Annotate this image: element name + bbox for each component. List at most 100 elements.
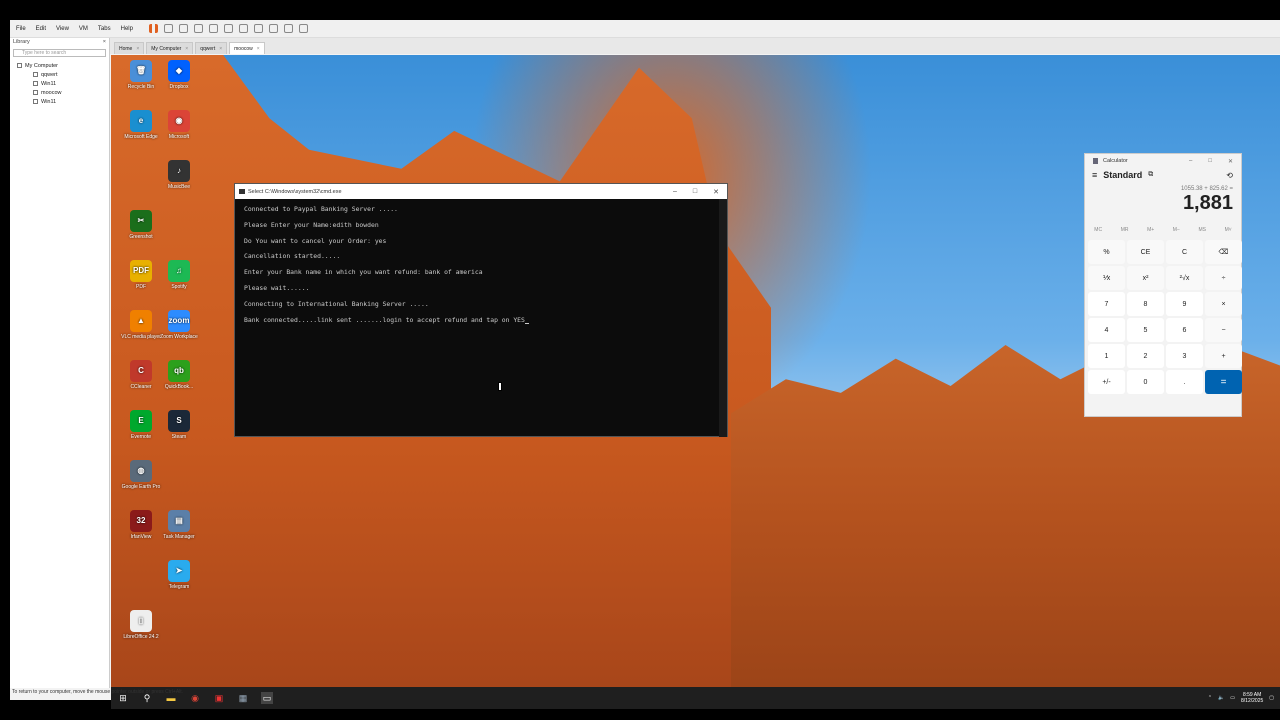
calc-key[interactable]: 9 xyxy=(1166,292,1203,316)
chevron-up-icon[interactable]: ⌃ xyxy=(1208,695,1212,701)
maximize-icon[interactable]: □ xyxy=(693,188,697,196)
desktop-icon[interactable]: ◉ Microsoft xyxy=(159,110,199,140)
tree-item-win11-2[interactable]: Win11 xyxy=(17,97,109,106)
desktop-icon[interactable]: C CCleaner xyxy=(121,360,161,390)
library-search-input[interactable]: Type here to search xyxy=(13,49,106,57)
desktop-icon[interactable]: ◆ Dropbox xyxy=(159,60,199,90)
app-icon[interactable]: ▣ xyxy=(213,692,225,704)
notification-icon[interactable]: ▢ xyxy=(1269,695,1274,701)
calculator-window[interactable]: Calculator – □ ✕ ≡ Standard ⧉ ⟲ 1055.38 … xyxy=(1084,153,1242,417)
stretch-icon[interactable] xyxy=(298,24,308,33)
calc-key[interactable]: ²√x xyxy=(1166,266,1203,290)
cmd-output[interactable]: Connected to Paypal Banking Server .....… xyxy=(235,199,727,331)
calc-key[interactable]: 3 xyxy=(1166,344,1203,368)
library-close-button[interactable]: × xyxy=(103,39,106,47)
menu-file[interactable]: File xyxy=(16,26,26,32)
close-icon[interactable]: ✕ xyxy=(1228,158,1233,165)
calc-key[interactable]: 2 xyxy=(1127,344,1164,368)
calc-key[interactable]: +/- xyxy=(1088,370,1125,394)
pause-icon[interactable] xyxy=(148,24,158,33)
calc-key[interactable]: + xyxy=(1205,344,1242,368)
calc-title-bar[interactable]: Calculator – □ ✕ xyxy=(1085,154,1241,168)
calc-key[interactable]: 7 xyxy=(1088,292,1125,316)
desktop-icon[interactable]: ▲ VLC media player xyxy=(121,310,161,340)
mem-mc[interactable]: MC xyxy=(1094,227,1102,233)
desktop-icon[interactable]: ▤ Task Manager xyxy=(159,510,199,540)
desktop-icon[interactable]: E Evernote xyxy=(121,410,161,440)
minimize-icon[interactable]: – xyxy=(1189,158,1192,165)
calc-key[interactable]: 8 xyxy=(1127,292,1164,316)
mem-mminus[interactable]: M− xyxy=(1173,227,1180,233)
calc-key[interactable]: 1 xyxy=(1088,344,1125,368)
tree-item-my-computer[interactable]: My Computer xyxy=(17,61,109,70)
desktop-icon[interactable]: 32 IrfanView xyxy=(121,510,161,540)
menu-help[interactable]: Help xyxy=(121,26,133,32)
mem-mplus[interactable]: M+ xyxy=(1147,227,1154,233)
calc-key[interactable]: 6 xyxy=(1166,318,1203,342)
mem-list[interactable]: M˅ xyxy=(1225,227,1232,233)
calc-key[interactable]: % xyxy=(1088,240,1125,264)
tree-item-qqwert[interactable]: qqwert xyxy=(17,70,109,79)
tab-moocow[interactable]: moocow × xyxy=(229,42,265,54)
tab-home[interactable]: Home × xyxy=(114,42,145,54)
cmd-window[interactable]: Select C:\Windows\system32\cmd.exe – □ ✕… xyxy=(234,183,728,437)
snapshot-icon[interactable] xyxy=(178,24,188,33)
calc-key[interactable]: ÷ xyxy=(1205,266,1242,290)
unity-icon[interactable] xyxy=(268,24,278,33)
desktop-icon[interactable]: qb QuickBook... xyxy=(159,360,199,390)
calc-key[interactable]: 0 xyxy=(1127,370,1164,394)
calc-key[interactable]: ⅟x xyxy=(1088,266,1125,290)
mem-ms[interactable]: MS xyxy=(1198,227,1206,233)
calc-key[interactable]: . xyxy=(1166,370,1203,394)
calc-key[interactable]: 5 xyxy=(1127,318,1164,342)
desktop-icon[interactable]: S Steam xyxy=(159,410,199,440)
close-icon[interactable]: × xyxy=(136,46,139,52)
close-icon[interactable]: ✕ xyxy=(713,188,719,196)
keep-on-top-icon[interactable]: ⧉ xyxy=(1148,171,1153,179)
desktop-icon[interactable]: ▯ LibreOffice 24.2 xyxy=(121,610,161,640)
chrome-icon[interactable]: ◉ xyxy=(189,692,201,704)
close-icon[interactable]: × xyxy=(257,46,260,52)
desktop-icon[interactable]: ♪ MusicBee xyxy=(159,160,199,190)
volume-icon[interactable]: 🔈 xyxy=(1218,695,1224,701)
calc-key[interactable]: − xyxy=(1205,318,1242,342)
desktop-icon[interactable]: e Microsoft Edge xyxy=(121,110,161,140)
mem-mr[interactable]: MR xyxy=(1121,227,1129,233)
network-icon[interactable]: ▭ xyxy=(1230,695,1235,701)
menu-vm[interactable]: VM xyxy=(79,26,88,32)
thumbnail-icon[interactable] xyxy=(238,24,248,33)
minimize-icon[interactable]: – xyxy=(673,188,677,196)
clock[interactable]: 8:59 AM 8/12/2025 xyxy=(1241,692,1263,704)
desktop-icon[interactable]: PDF PDF xyxy=(121,260,161,290)
menu-edit[interactable]: Edit xyxy=(36,26,46,32)
desktop-icon[interactable]: ➤ Telegram xyxy=(159,560,199,590)
calc-key[interactable]: x² xyxy=(1127,266,1164,290)
library-toggle-icon[interactable] xyxy=(223,24,233,33)
close-icon[interactable]: × xyxy=(219,46,222,52)
maximize-icon[interactable]: □ xyxy=(1208,158,1212,165)
close-icon[interactable]: × xyxy=(185,46,188,52)
calc-key[interactable]: = xyxy=(1205,370,1242,394)
send-keys-icon[interactable] xyxy=(163,24,173,33)
calc-key[interactable]: C xyxy=(1166,240,1203,264)
desktop-icon[interactable]: ✂ Greenshot xyxy=(121,210,161,240)
calc-key[interactable]: CE xyxy=(1127,240,1164,264)
tree-item-moocow[interactable]: moocow xyxy=(17,88,109,97)
tab-qqwert[interactable]: qqwert × xyxy=(195,42,228,54)
tree-item-win11[interactable]: Win11 xyxy=(17,79,109,88)
revert-icon[interactable] xyxy=(193,24,203,33)
console-icon[interactable] xyxy=(283,24,293,33)
cmd-scrollbar[interactable] xyxy=(719,199,727,437)
calculator-icon[interactable]: ▦ xyxy=(237,692,249,704)
history-icon[interactable]: ⟲ xyxy=(1226,171,1241,180)
desktop-icon[interactable]: ♫ Spotify xyxy=(159,260,199,290)
menu-view[interactable]: View xyxy=(56,26,69,32)
desktop-icon[interactable]: zoom Zoom Workplace xyxy=(159,310,199,340)
terminal-icon[interactable]: ▭ xyxy=(261,692,273,704)
calc-key[interactable]: × xyxy=(1205,292,1242,316)
desktop-icon[interactable]: 🗑 Recycle Bin xyxy=(121,60,161,90)
fullscreen-icon[interactable] xyxy=(253,24,263,33)
tab-my-computer[interactable]: My Computer × xyxy=(146,42,194,54)
calc-key[interactable]: 4 xyxy=(1088,318,1125,342)
calc-key[interactable]: ⌫ xyxy=(1205,240,1242,264)
